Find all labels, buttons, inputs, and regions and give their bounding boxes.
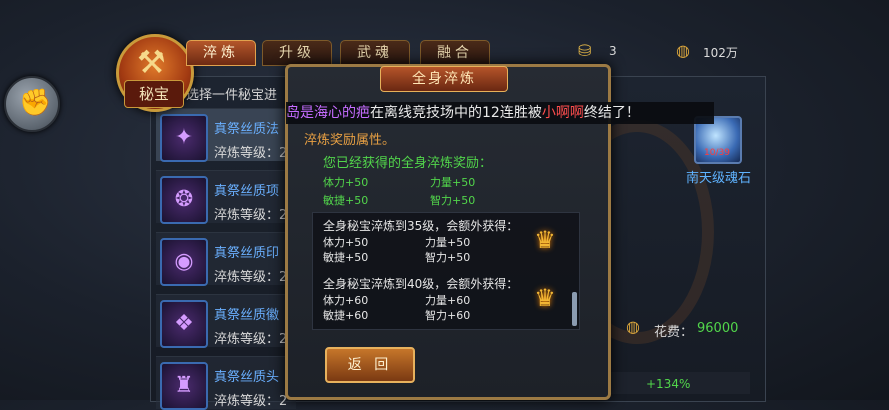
broadcast-banner: 岛是海心的疤在离线竞技场中的12连胜被小啊啊终结了！ <box>286 102 714 124</box>
bonus-stat: 力量+50 <box>430 176 476 189</box>
tier-stat: 敏捷+50 <box>323 251 369 264</box>
cost-label: 花费： <box>654 325 694 340</box>
gem-label: 南天级魂石 <box>686 171 752 186</box>
item-name: 真祭丝质法 <box>214 122 280 137</box>
item-level: 淬炼等级：2 <box>214 332 288 347</box>
player-name[interactable]: 岛是海心的疤 <box>286 105 370 121</box>
bonus-stat: 智力+50 <box>430 194 476 207</box>
obtained-title: 您已经获得的全身淬炼奖励： <box>323 156 493 171</box>
tab-martial-soul[interactable]: 武魂 <box>340 40 410 66</box>
bonus-stat: 敏捷+50 <box>323 194 369 207</box>
bonus-stat: 体力+50 <box>323 176 369 189</box>
player-name[interactable]: 小啊啊 <box>542 105 584 121</box>
treasure-staff-icon[interactable]: ✦ <box>160 114 208 162</box>
broadcast-text: 终结了！ <box>583 105 640 121</box>
crown-icon: ♛ <box>534 226 556 254</box>
back-button[interactable]: 返 回 <box>325 347 415 383</box>
helmet-icon[interactable]: ♜ <box>160 362 208 410</box>
cost-value: 96000 <box>697 321 739 336</box>
item-name: 真祭丝质印 <box>214 246 280 261</box>
item-level: 淬炼等级：2 <box>214 270 288 285</box>
side-float-button[interactable]: ✊ <box>4 76 60 132</box>
stat-increase: +134% <box>646 377 691 391</box>
emblem-label: 秘宝 <box>124 80 184 108</box>
coin-count: 102万 <box>703 46 738 60</box>
necklace-icon[interactable]: ❂ <box>160 176 208 224</box>
tab-fusion[interactable]: 融合 <box>420 40 490 66</box>
coin-icon: ◍ <box>676 41 690 60</box>
gold-count: 3 <box>609 44 617 58</box>
tier-stat: 智力+50 <box>425 251 471 264</box>
coin-icon: ◍ <box>626 317 640 336</box>
scrollbar[interactable] <box>572 292 577 326</box>
item-level: 淬炼等级：2 <box>214 146 288 161</box>
item-level: 淬炼等级：2 <box>214 208 288 223</box>
tab-refine[interactable]: 淬炼 <box>186 40 256 66</box>
gem-count: 10/39 <box>704 148 730 158</box>
broadcast-text: 在离线竞技场中的12连胜被 <box>370 105 542 121</box>
tier-stat: 敏捷+60 <box>323 309 369 322</box>
tier-stat: 智力+60 <box>425 309 471 322</box>
item-name: 真祭丝质徽 <box>214 308 280 323</box>
fist-icon: ✊ <box>19 88 52 118</box>
select-prompt: 选择一件秘宝进 <box>186 88 278 103</box>
hammer-icon: ⚒ <box>137 43 166 81</box>
tier-stat: 体力+50 <box>323 236 369 249</box>
tier-title: 全身秘宝淬炼到35级，会额外获得： <box>323 219 519 233</box>
badge-icon[interactable]: ❖ <box>160 300 208 348</box>
attr-title: 淬炼奖励属性。 <box>304 133 396 148</box>
tier-stat: 力量+50 <box>425 236 471 249</box>
dialog-title: 全身淬炼 <box>380 66 508 92</box>
tab-upgrade[interactable]: 升级 <box>262 40 332 66</box>
tier-stat: 力量+60 <box>425 294 471 307</box>
item-name: 真祭丝质头 <box>214 370 280 385</box>
tier-title: 全身秘宝淬炼到40级，会额外获得： <box>323 277 519 291</box>
tier-stat: 体力+60 <box>323 294 369 307</box>
gold-ingot-icon: ⛁ <box>578 41 592 60</box>
ring-icon[interactable]: ◉ <box>160 238 208 286</box>
crown-icon: ♛ <box>534 284 556 312</box>
item-name: 真祭丝质项 <box>214 184 280 199</box>
